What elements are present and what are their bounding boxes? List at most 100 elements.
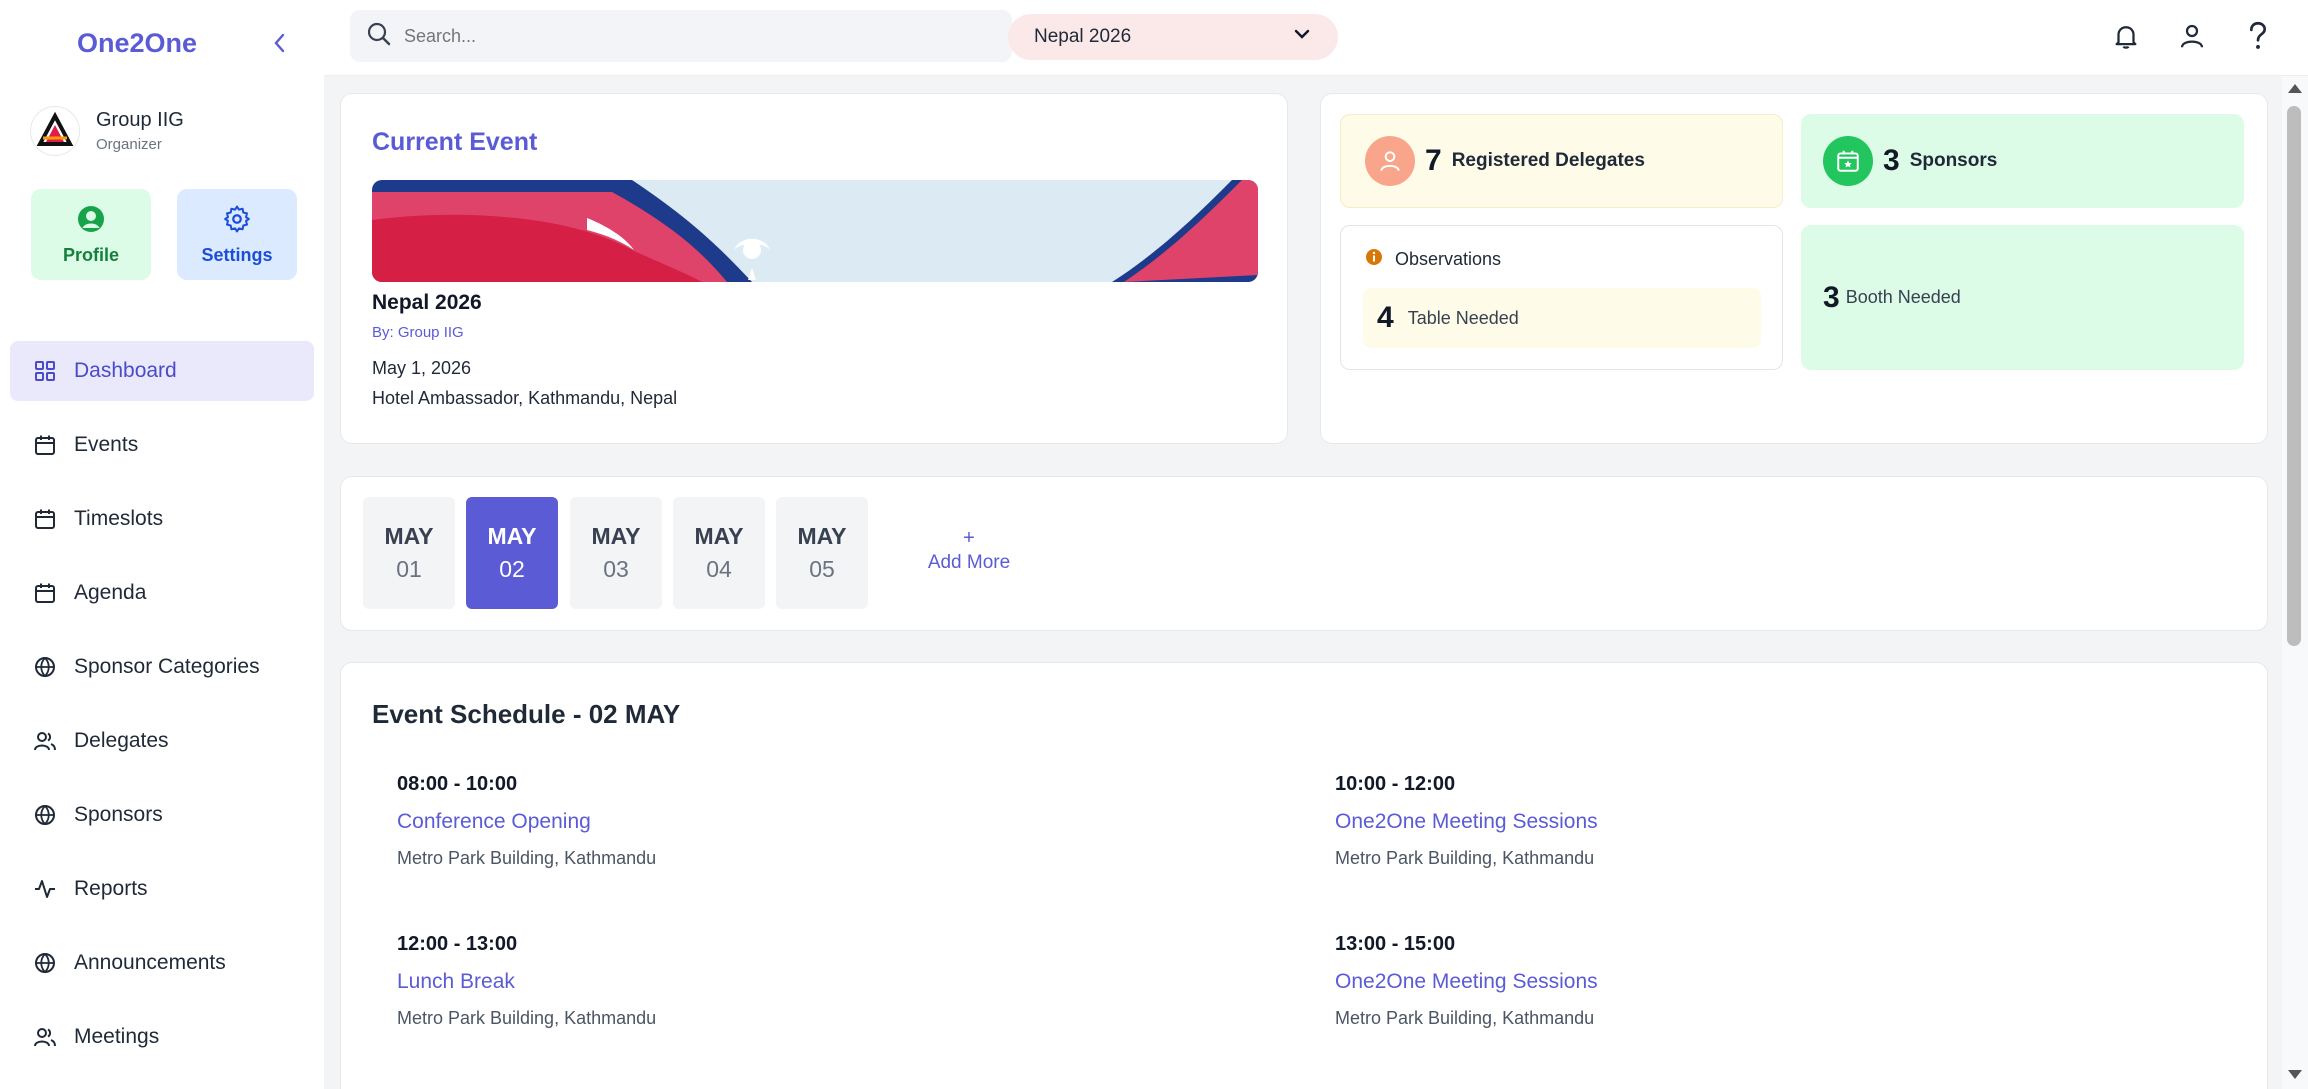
booth-needed-stat[interactable]: 3 Booth Needed: [1801, 225, 2244, 370]
settings-label: Settings: [201, 244, 273, 265]
sidebar-item-dashboard[interactable]: Dashboard: [10, 341, 314, 401]
schedule-slot: 08:00 - 10:00 Conference Opening Metro P…: [397, 773, 997, 869]
sidebar-item-announcements[interactable]: Announcements: [10, 933, 314, 993]
event-name: Nepal 2026: [372, 291, 482, 314]
schedule-slot: 12:00 - 13:00 Lunch Break Metro Park Bui…: [397, 933, 997, 1029]
date-month: MAY: [694, 523, 744, 549]
delegates-label: Registered Delegates: [1451, 150, 1645, 171]
table-needed-label: Table Needed: [1407, 307, 1519, 328]
delegates-count: 7: [1425, 144, 1442, 177]
gear-icon: [222, 204, 252, 239]
slot-location: Metro Park Building, Kathmandu: [1335, 1008, 1595, 1028]
sponsors-stat[interactable]: 3 Sponsors: [1801, 114, 2244, 208]
add-more-dates-button[interactable]: + Add More: [909, 527, 1029, 574]
brand-logo[interactable]: One2One: [77, 28, 197, 59]
date-tab-may-04[interactable]: MAY 04: [673, 497, 765, 609]
globe-icon: [32, 950, 58, 976]
organizer-name: Group IIG: [96, 109, 184, 131]
date-month: MAY: [797, 523, 847, 549]
plus-icon: +: [963, 527, 975, 549]
slot-time: 08:00 - 10:00: [397, 773, 518, 795]
event-venue: Hotel Ambassador, Kathmandu, Nepal: [372, 388, 678, 408]
organizer-role: Organizer: [96, 136, 162, 153]
slot-location: Metro Park Building, Kathmandu: [397, 848, 657, 868]
calendar-icon: [32, 580, 58, 606]
date-month: MAY: [487, 523, 537, 549]
scrollbar[interactable]: [2282, 76, 2308, 1089]
date-day: 01: [396, 556, 422, 582]
grid-icon: [32, 358, 58, 384]
table-needed-count: 4: [1377, 301, 1394, 334]
add-more-label: Add More: [927, 552, 1011, 573]
slot-location: Metro Park Building, Kathmandu: [1335, 848, 1595, 868]
slot-name[interactable]: Conference Opening: [397, 810, 997, 834]
scroll-up-arrow-icon[interactable]: [2288, 84, 2302, 93]
stats-card: 7 Registered Delegates 3 Sponsors Observ…: [1320, 93, 2268, 444]
sidebar-item-agenda[interactable]: Agenda: [10, 563, 314, 623]
sidebar-item-meetings[interactable]: Meetings: [10, 1007, 314, 1067]
scroll-thumb[interactable]: [2287, 106, 2301, 646]
search-box[interactable]: [350, 10, 1012, 62]
sidebar-item-delegates[interactable]: Delegates: [10, 711, 314, 771]
event-select[interactable]: Nepal 2026: [1008, 14, 1338, 60]
date-tab-may-05[interactable]: MAY 05: [776, 497, 868, 609]
booth-needed-label: Booth Needed: [1845, 287, 1961, 307]
sidebar-item-label: Reports: [74, 877, 148, 900]
slot-time: 13:00 - 15:00: [1335, 933, 1456, 955]
sidebar-item-label: Announcements: [74, 951, 226, 974]
slot-name[interactable]: One2One Meeting Sessions: [1335, 810, 1935, 834]
slot-time: 12:00 - 13:00: [397, 933, 518, 955]
event-organizer[interactable]: By: Group IIG: [372, 324, 464, 341]
date-month: MAY: [591, 523, 641, 549]
collapse-sidebar-icon[interactable]: [268, 28, 292, 58]
profile-button[interactable]: Profile: [31, 189, 151, 280]
booth-needed-count: 3: [1823, 280, 1840, 314]
organizer-logo-icon: [30, 106, 80, 156]
date-day: 02: [499, 556, 525, 582]
slot-name[interactable]: Lunch Break: [397, 970, 997, 994]
sidebar-item-events[interactable]: Events: [10, 415, 314, 475]
search-icon: [366, 21, 392, 52]
scroll-down-arrow-icon[interactable]: [2288, 1070, 2302, 1079]
help-icon[interactable]: [2240, 18, 2276, 54]
current-event-heading: Current Event: [372, 128, 538, 156]
schedule-slot: 10:00 - 12:00 One2One Meeting Sessions M…: [1335, 773, 1935, 869]
sidebar-item-label: Dashboard: [74, 359, 177, 382]
calendar-star-icon: [1823, 136, 1873, 186]
user-circle-icon: [76, 204, 106, 239]
sidebar-item-sponsor-categories[interactable]: Sponsor Categories: [10, 637, 314, 697]
sidebar-item-label: Meetings: [74, 1025, 160, 1048]
date-tab-may-03[interactable]: MAY 03: [570, 497, 662, 609]
profile-label: Profile: [62, 244, 119, 265]
sidebar-item-timeslots[interactable]: Timeslots: [10, 489, 314, 549]
sponsors-count: 3: [1883, 144, 1900, 177]
sidebar: One2One Group IIG Organizer Profile Sett…: [0, 0, 324, 1089]
date-tab-may-01[interactable]: MAY 01: [363, 497, 455, 609]
globe-icon: [32, 654, 58, 680]
users-icon: [32, 1024, 58, 1050]
settings-button[interactable]: Settings: [177, 189, 297, 280]
event-banner-image: [372, 180, 1258, 282]
event-select-value: Nepal 2026: [1034, 26, 1132, 47]
sidebar-item-label: Timeslots: [74, 507, 164, 530]
event-date: May 1, 2026: [372, 358, 472, 378]
table-needed-row[interactable]: 4 Table Needed: [1363, 288, 1761, 348]
sidebar-item-reports[interactable]: Reports: [10, 859, 314, 919]
user-icon[interactable]: [2174, 18, 2210, 54]
sidebar-nav: Dashboard Events Timeslots Agenda Sponso…: [10, 341, 314, 1081]
chevron-down-icon: [1292, 24, 1312, 50]
sidebar-item-label: Delegates: [74, 729, 169, 752]
observations-panel: Observations 4 Table Needed: [1340, 225, 1783, 370]
slot-name[interactable]: One2One Meeting Sessions: [1335, 970, 1935, 994]
sidebar-item-sponsors[interactable]: Sponsors: [10, 785, 314, 845]
schedule-title: Event Schedule - 02 MAY: [372, 699, 681, 729]
date-tab-may-02[interactable]: MAY 02: [466, 497, 558, 609]
globe-icon: [32, 802, 58, 828]
observations-label: Observations: [1395, 249, 1502, 269]
bell-icon[interactable]: [2108, 18, 2144, 54]
current-event-card: Current Event Nepal 2026 By: Group IIG M…: [340, 93, 1288, 444]
organizer-info: Group IIG Organizer: [30, 106, 184, 156]
registered-delegates-stat[interactable]: 7 Registered Delegates: [1340, 114, 1783, 208]
search-input[interactable]: [404, 25, 964, 47]
date-month: MAY: [384, 523, 434, 549]
